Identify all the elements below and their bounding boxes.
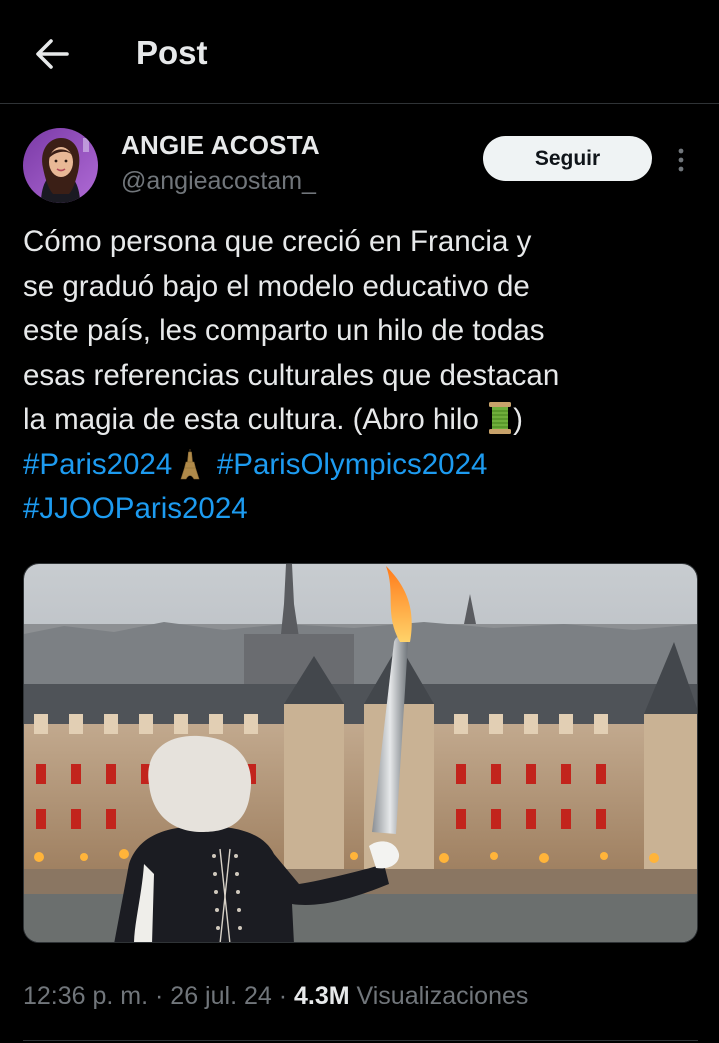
post-meta: 12:36 p. m. · 26 jul. 24 · 4.3M Visualiz… (23, 982, 528, 1011)
author-name[interactable]: ANGIE ACOSTA (121, 130, 320, 161)
follow-button[interactable]: Seguir (483, 136, 652, 181)
more-options-button[interactable] (668, 142, 694, 178)
back-button[interactable] (30, 32, 74, 76)
top-bar: Post (0, 0, 719, 104)
avatar-image (23, 128, 98, 203)
tweet-line: se graduó bajo el modelo educativo de (23, 269, 530, 303)
page-title: Post (136, 34, 208, 71)
tweet-line: Cómo persona que creció en Francia y (23, 225, 532, 258)
post-time[interactable]: 12:36 p. m. (23, 982, 148, 1010)
hashtag-line: #Paris2024 #ParisOlympics2024 (23, 443, 683, 488)
hashtag-link[interactable]: #ParisOlympics2024 (217, 448, 488, 481)
post-date[interactable]: 26 jul. 24 (170, 982, 271, 1010)
more-vertical-icon (678, 148, 684, 172)
tweet-line-close: ) (513, 403, 523, 436)
torch-bearer-photo (24, 564, 697, 942)
author-handle[interactable]: @angieacostam_ (121, 167, 316, 196)
hashtag-link[interactable]: #Paris2024 (23, 448, 172, 481)
divider (23, 1040, 698, 1041)
spool-of-thread-emoji (489, 402, 512, 434)
meta-separator: · (148, 982, 171, 1010)
meta-separator: · (271, 982, 294, 1010)
tweet-line: esas referencias culturales que destacan (23, 358, 560, 392)
tweet-line-text: la magia de esta cultura. (Abro hilo (23, 403, 488, 436)
tweet-line-last: la magia de esta cultura. (Abro hilo ) (23, 398, 683, 443)
tweet-text: Cómo persona que creció en Francia y se … (23, 220, 683, 532)
hashtag-link[interactable]: #JJOOParis2024 (23, 492, 248, 525)
hashtag-line: #JJOOParis2024 (23, 487, 683, 532)
arrow-left-icon (36, 39, 69, 69)
views-label: Visualizaciones (349, 982, 529, 1010)
avatar[interactable] (23, 128, 98, 203)
tweet-line: este país, les comparto un hilo de todas (23, 314, 545, 347)
eiffel-tower-emoji (181, 448, 200, 479)
post-image[interactable] (23, 563, 698, 943)
views-count: 4.3M (293, 982, 350, 1010)
